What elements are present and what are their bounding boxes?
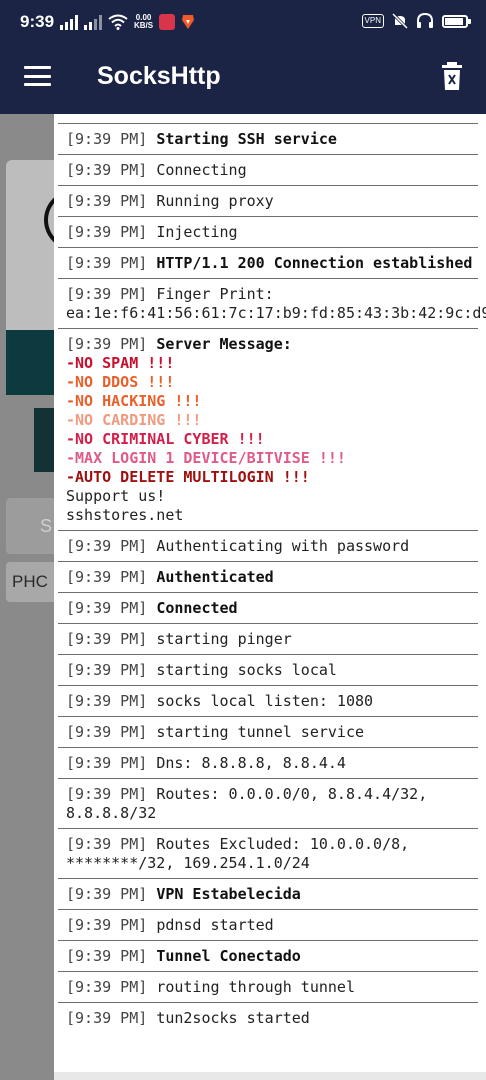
log-timestamp: [9:39 PM] [66, 599, 148, 617]
log-message: Connecting [156, 161, 247, 179]
log-timestamp: [9:39 PM] [66, 254, 148, 272]
vpn-key-icon: VPN [361, 14, 384, 28]
log-message: Running proxy [156, 192, 274, 210]
server-message-line: sshstores.net [66, 506, 184, 524]
log-entry: [9:39 PM] routing through tunnel [58, 971, 478, 1002]
status-icons-right: VPN [361, 12, 471, 30]
log-message: Dns: 8.8.8.8, 8.8.4.4 [156, 754, 346, 772]
log-entry: [9:39 PM] Connected [58, 592, 478, 623]
log-timestamp: [9:39 PM] [66, 723, 148, 741]
headphones-icon [417, 13, 433, 28]
log-timestamp: [9:39 PM] [66, 335, 148, 353]
log-timestamp: [9:39 PM] [66, 537, 148, 555]
server-message-line: Support us! [66, 487, 166, 505]
log-timestamp: [9:39 PM] [66, 568, 148, 586]
log-timestamp: [9:39 PM] [66, 916, 148, 934]
log-drawer[interactable]: [9:39 PM] Starting SSH service [9:39 PM] … [54, 114, 486, 1080]
log-entry: [9:39 PM] VPN Estabelecida [58, 878, 478, 909]
log-message: Connected [156, 599, 238, 617]
server-message-line: -NO DDOS !!! [66, 373, 175, 391]
log-timestamp: [9:39 PM] [66, 192, 148, 210]
log-timestamp: [9:39 PM] [66, 835, 148, 853]
server-message-line: -NO CRIMINAL CYBER !!! [66, 430, 265, 448]
log-timestamp: [9:39 PM] [66, 754, 148, 772]
log-message: socks local listen: 1080 [156, 692, 374, 710]
log-entry: [9:39 PM] Routes Excluded: 10.0.0.0/8, *… [58, 828, 478, 878]
status-time: 9:39 [20, 12, 55, 31]
log-entry: [9:39 PM] Dns: 8.8.8.8, 8.8.4.4 [58, 747, 478, 778]
app-title: SocksHttp [97, 62, 221, 90]
log-message: starting tunnel service [156, 723, 365, 741]
status-icons-left: 0.00 KB/S [60, 12, 195, 30]
log-entry: [9:39 PM] pdnsd started [58, 909, 478, 940]
log-timestamp: [9:39 PM] [66, 285, 148, 303]
log-message: Tunnel Conectado [156, 947, 301, 965]
log-timestamp: [9:39 PM] [66, 692, 148, 710]
server-message-line: -AUTO DELETE MULTILOGIN !!! [66, 468, 310, 486]
log-entry: [9:39 PM] Injecting [58, 216, 478, 247]
log-message: Injecting [156, 223, 238, 241]
log-timestamp: [9:39 PM] [66, 661, 148, 679]
log-timestamp: [9:39 PM] [66, 1009, 148, 1027]
server-message-line: -NO HACKING !!! [66, 392, 202, 410]
log-entry: [9:39 PM] Connecting [58, 154, 478, 185]
wifi-icon [108, 14, 128, 30]
log-entry: [9:39 PM] Finger Print: ea:1e:f6:41:56:6… [58, 278, 486, 328]
log-entry: [9:39 PM] Routes: 0.0.0.0/0, 8.8.4.4/32,… [58, 778, 478, 828]
log-message: Starting SSH service [156, 130, 337, 148]
server-message-line: -NO SPAM !!! [66, 354, 175, 372]
log-message: tun2socks started [156, 1009, 310, 1027]
log-entry: [9:39 PM] Authenticated [58, 561, 478, 592]
log-list: [9:39 PM] Starting SSH service [9:39 PM] … [54, 114, 486, 1033]
log-entry: [9:39 PM] socks local listen: 1080 [58, 685, 478, 716]
server-message-line: -MAX LOGIN 1 DEVICE/BITVISE !!! [66, 449, 346, 467]
signal-2-icon [84, 14, 102, 30]
log-timestamp: [9:39 PM] [66, 223, 148, 241]
log-entry: [9:39 PM] HTTP/1.1 200 Connection establ… [58, 247, 478, 278]
mute-icon [392, 13, 408, 29]
log-timestamp: [9:39 PM] [66, 947, 148, 965]
log-message: Authenticated [156, 568, 274, 586]
signal-icon [60, 14, 78, 30]
delete-log-icon[interactable] [440, 60, 464, 92]
log-entry: [9:39 PM] Authenticating with password [58, 530, 478, 561]
battery-icon [442, 14, 471, 28]
status-bar: 9:39 0.00 KB/S VPN [0, 0, 486, 40]
log-message: VPN Estabelecida [156, 885, 301, 903]
app-bar: SocksHttp [0, 40, 486, 114]
log-message: starting socks local [156, 661, 337, 679]
log-timestamp: [9:39 PM] [66, 130, 148, 148]
log-message: Authenticating with password [156, 537, 410, 555]
log-message: pdnsd started [156, 916, 274, 934]
brave-icon [182, 15, 195, 29]
log-entry: [9:39 PM] Tunnel Conectado [58, 940, 478, 971]
log-timestamp: [9:39 PM] [66, 630, 148, 648]
log-entry: [9:39 PM] tun2socks started [58, 1002, 478, 1033]
menu-icon[interactable] [24, 66, 51, 86]
notification-app-icon [159, 14, 176, 30]
log-entry: [9:39 PM] starting socks local [58, 654, 478, 685]
network-speed: 0.00 KB/S [134, 13, 154, 30]
server-message-line: -NO CARDING !!! [66, 411, 202, 429]
log-timestamp: [9:39 PM] [66, 161, 148, 179]
log-message: Server Message: [156, 335, 292, 353]
log-timestamp: [9:39 PM] [66, 978, 148, 996]
log-entry: [9:39 PM] Starting SSH service [58, 123, 478, 154]
log-timestamp: [9:39 PM] [66, 785, 148, 803]
log-message: HTTP/1.1 200 Connection established [156, 254, 473, 272]
log-entry: [9:39 PM] starting pinger [58, 623, 478, 654]
log-timestamp: [9:39 PM] [66, 885, 148, 903]
log-entry: [9:39 PM] Running proxy [58, 185, 478, 216]
log-message: starting pinger [156, 630, 292, 648]
log-message: routing through tunnel [156, 978, 355, 996]
log-bottom-edge [54, 1072, 486, 1080]
log-entry: [9:39 PM] Server Message: -NO SPAM !!! -NO… [58, 328, 478, 530]
log-entry: [9:39 PM] starting tunnel service [58, 716, 478, 747]
